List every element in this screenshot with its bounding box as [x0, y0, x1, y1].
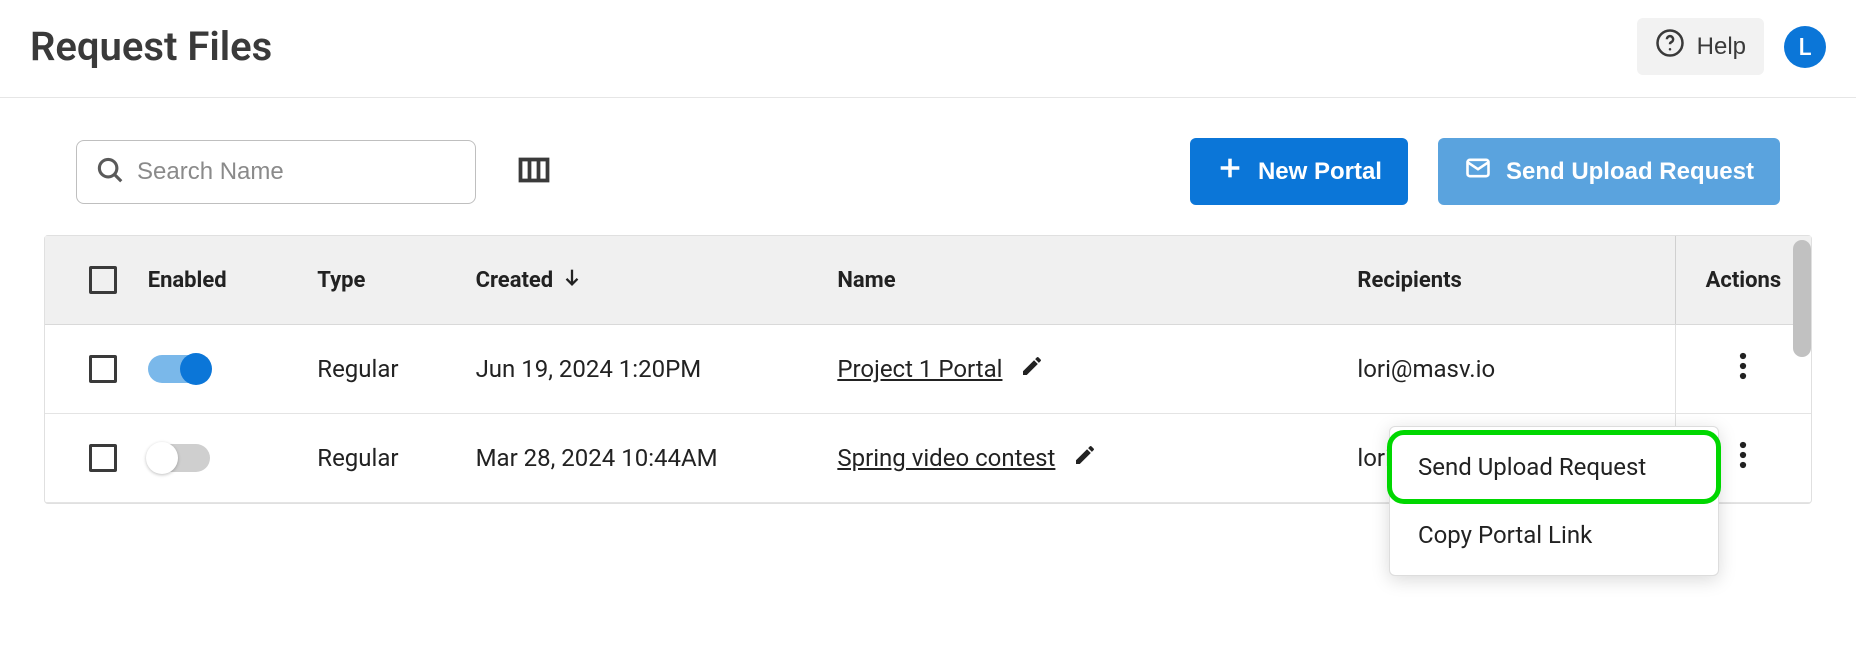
- plus-icon: [1216, 154, 1244, 189]
- enabled-toggle[interactable]: [148, 355, 210, 383]
- row-actions-button[interactable]: [1739, 440, 1747, 470]
- help-button[interactable]: Help: [1637, 18, 1764, 75]
- created-cell: Mar 28, 2024 10:44AM: [466, 414, 828, 503]
- mail-icon: [1464, 154, 1492, 189]
- avatar[interactable]: L: [1784, 26, 1826, 68]
- new-portal-button[interactable]: New Portal: [1190, 138, 1408, 205]
- send-upload-request-label: Send Upload Request: [1506, 158, 1754, 186]
- sort-desc-icon: [561, 266, 583, 294]
- page-title: Request Files: [30, 23, 272, 70]
- edit-icon[interactable]: [1073, 443, 1097, 473]
- row-checkbox[interactable]: [89, 444, 117, 472]
- columns-icon[interactable]: [516, 152, 552, 192]
- row-actions-menu: Send Upload Request Copy Portal Link: [1389, 426, 1719, 576]
- recipients-cell: lori@masv.io: [1347, 325, 1675, 414]
- table-row: Regular Jun 19, 2024 1:20PM Project 1 Po…: [45, 325, 1811, 414]
- select-all-checkbox[interactable]: [89, 266, 117, 294]
- column-header-recipients[interactable]: Recipients: [1347, 236, 1675, 325]
- created-cell: Jun 19, 2024 1:20PM: [466, 325, 828, 414]
- edit-icon[interactable]: [1020, 354, 1044, 384]
- help-icon: [1655, 28, 1685, 65]
- column-header-actions: Actions: [1675, 236, 1811, 325]
- column-header-created[interactable]: Created: [466, 236, 828, 325]
- column-header-type[interactable]: Type: [307, 236, 465, 325]
- portal-name-link[interactable]: Spring video contest: [837, 444, 1055, 472]
- search-field[interactable]: [76, 140, 476, 204]
- new-portal-label: New Portal: [1258, 158, 1382, 186]
- row-checkbox[interactable]: [89, 355, 117, 383]
- help-label: Help: [1697, 33, 1746, 61]
- send-upload-request-button[interactable]: Send Upload Request: [1438, 138, 1780, 205]
- menu-item-send-upload-request[interactable]: Send Upload Request: [1390, 433, 1718, 501]
- column-header-enabled[interactable]: Enabled: [138, 236, 308, 325]
- row-actions-button[interactable]: [1739, 351, 1747, 381]
- enabled-toggle[interactable]: [148, 444, 210, 472]
- column-header-name[interactable]: Name: [827, 236, 1347, 325]
- scrollbar[interactable]: [1793, 240, 1811, 499]
- menu-item-copy-portal-link[interactable]: Copy Portal Link: [1390, 501, 1718, 569]
- type-cell: Regular: [307, 414, 465, 503]
- search-icon: [95, 155, 125, 189]
- column-header-created-label: Created: [476, 268, 554, 293]
- search-input[interactable]: [137, 158, 457, 186]
- type-cell: Regular: [307, 325, 465, 414]
- portals-table: Enabled Type Created Name Recipients Act…: [44, 235, 1812, 504]
- portal-name-link[interactable]: Project 1 Portal: [837, 355, 1002, 383]
